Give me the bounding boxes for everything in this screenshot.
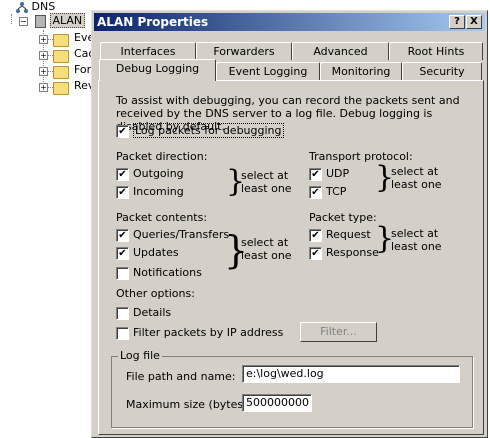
notifications-label: Notifications: [133, 266, 202, 279]
path-input[interactable]: e:\log\wed.log: [242, 365, 460, 383]
incoming-label: Incoming: [133, 185, 184, 198]
outgoing-checkbox[interactable]: ✔: [116, 168, 129, 181]
response-checkbox[interactable]: ✔: [309, 247, 322, 260]
tree-node-server[interactable]: ALAN: [35, 13, 86, 29]
dialog-title: ALAN Properties: [97, 15, 209, 29]
udp-checkbox[interactable]: ✔: [309, 168, 322, 181]
tree-label: DNS: [31, 0, 56, 13]
udp-label: UDP: [326, 167, 350, 180]
folder-icon: [53, 66, 69, 79]
transport-hint: select at least one: [391, 165, 442, 191]
dns-icon: [16, 1, 28, 13]
size-label: Maximum size (bytes):: [126, 398, 252, 411]
tcp-checkbox[interactable]: ✔: [309, 186, 322, 199]
updates-label: Updates: [133, 246, 179, 259]
transport-title: Transport protocol:: [309, 150, 413, 163]
tcp-label: TCP: [326, 185, 347, 198]
logfile-title: Log file: [118, 349, 162, 362]
ptype-title: Packet type:: [309, 211, 377, 224]
tab-debug-logging[interactable]: Debug Logging: [99, 59, 216, 81]
collapse-icon[interactable]: −: [19, 17, 28, 26]
notifications-checkbox[interactable]: [116, 267, 129, 280]
other-title: Other options:: [116, 287, 195, 300]
request-checkbox[interactable]: ✔: [309, 229, 322, 242]
response-label: Response: [326, 246, 379, 259]
folder-icon: [53, 82, 69, 95]
request-label: Request: [326, 228, 371, 241]
tab-security[interactable]: Security: [402, 62, 482, 80]
dns-tree: DNS − ALAN + Eve + Cac + For + Rev: [0, 0, 100, 100]
incoming-checkbox[interactable]: ✔: [116, 186, 129, 199]
tab-interfaces[interactable]: Interfaces: [100, 42, 196, 60]
expand-icon[interactable]: +: [39, 67, 48, 76]
queries-label: Queries/Transfers: [133, 228, 230, 241]
details-checkbox[interactable]: [116, 307, 129, 320]
help-button[interactable]: ?: [449, 15, 465, 29]
path-label: File path and name:: [126, 370, 236, 383]
tab-forwarders[interactable]: Forwarders: [196, 42, 292, 60]
log-packets-checkbox[interactable]: ✔: [116, 125, 129, 138]
folder-icon: [53, 50, 69, 63]
debug-logging-panel: To assist with debugging, you can record…: [98, 80, 484, 435]
size-input[interactable]: 500000000: [242, 394, 312, 412]
tree-label: For: [74, 63, 92, 76]
ptype-hint: select at least one: [391, 227, 442, 253]
folder-icon: [53, 34, 69, 47]
tree-label: ALAN: [49, 13, 86, 28]
log-packets-label: Log packets for debugging: [133, 123, 284, 138]
tab-monitoring[interactable]: Monitoring: [320, 62, 402, 80]
tab-event-logging[interactable]: Event Logging: [216, 62, 320, 80]
filter-checkbox[interactable]: [116, 327, 129, 340]
server-icon: [35, 14, 46, 28]
expand-icon[interactable]: +: [39, 35, 48, 44]
direction-title: Packet direction:: [116, 150, 208, 163]
outgoing-label: Outgoing: [133, 167, 184, 180]
contents-hint: select at least one: [241, 236, 292, 262]
filter-button[interactable]: Filter...: [300, 322, 377, 342]
tab-root-hints[interactable]: Root Hints: [389, 42, 483, 60]
filter-label: Filter packets by IP address: [133, 326, 284, 339]
expand-icon[interactable]: +: [39, 83, 48, 92]
queries-checkbox[interactable]: ✔: [116, 229, 129, 242]
tree-line: [11, 14, 12, 24]
tab-advanced[interactable]: Advanced: [292, 42, 389, 60]
contents-title: Packet contents:: [116, 211, 208, 224]
details-label: Details: [133, 306, 172, 319]
title-bar[interactable]: ALAN Properties ? X: [94, 13, 485, 31]
updates-checkbox[interactable]: ✔: [116, 247, 129, 260]
expand-icon[interactable]: +: [39, 51, 48, 60]
direction-hint: select at least one: [241, 169, 292, 195]
close-button[interactable]: X: [466, 15, 482, 29]
properties-dialog: ALAN Properties ? X Interfaces Forwarder…: [91, 10, 488, 438]
tree-node-child[interactable]: For: [74, 62, 91, 78]
